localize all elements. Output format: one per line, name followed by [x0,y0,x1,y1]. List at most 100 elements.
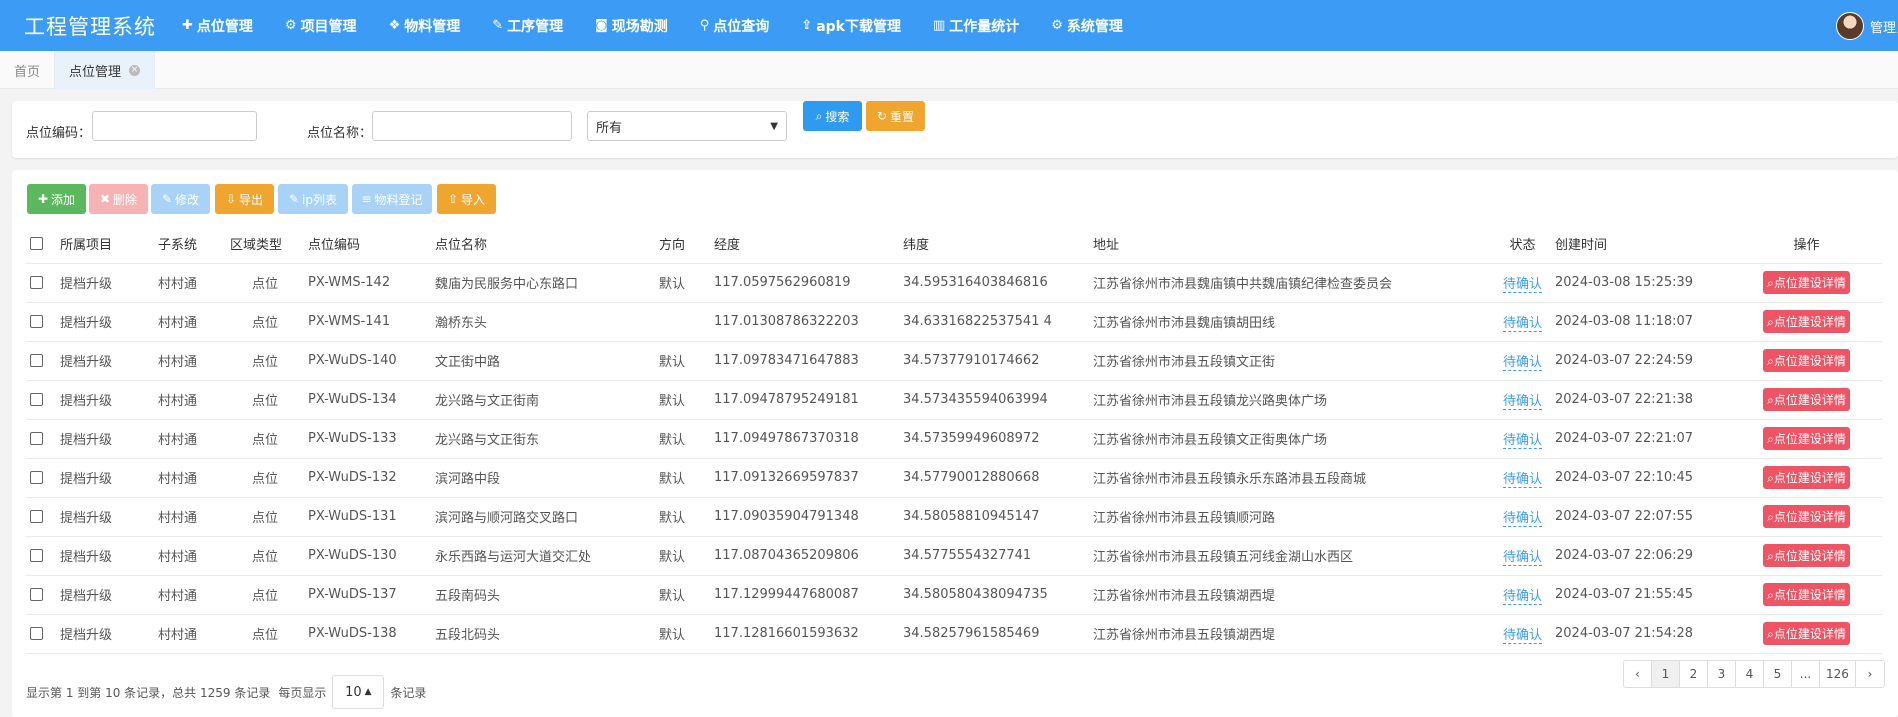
col-header[interactable]: 创建时间 [1551,225,1731,264]
material-register-button[interactable]: ≡ 物料登记 [352,184,432,214]
table-row[interactable]: 提档升级 村村通 点位 PX-WMS-142 魏庙为民服务中心东路口 默认 117.0597… [26,263,1882,303]
cell-text: 江苏省徐州市沛县五段镇永乐东路沛县五段商城 [1093,472,1367,487]
cell-subsystem: 村村通 [154,497,226,537]
page-button[interactable]: 2 [1680,661,1708,687]
col-header[interactable]: 地址 [1089,225,1494,264]
nav-item-2[interactable]: ❖ 物料管理 [389,16,461,36]
next-page-button[interactable]: › [1856,661,1884,687]
table-row[interactable]: 提档升级 村村通 点位 PX-WuDS-132 滨河路中段 默认 117.091326695… [26,458,1882,498]
detail-button[interactable]: ⌕点位建设详情 [1763,583,1850,606]
table-row[interactable]: 提档升级 村村通 点位 PX-WuDS-131 滨河路与顺河路交叉路口 默认 117.090… [26,497,1882,537]
table-row[interactable]: 提档升级 村村通 点位 PX-WuDS-130 永乐西路与运河大道交汇处 默认 117.08… [26,536,1882,576]
col-header[interactable]: 子系统 [154,225,226,264]
status-link[interactable]: 待确认 [1502,511,1542,527]
col-header[interactable]: 区域类型 [226,225,304,264]
col-header[interactable]: 点位名称 [431,225,655,264]
col-header[interactable]: 经度 [710,225,899,264]
nav-item-3[interactable]: ✎ 工序管理 [492,16,563,36]
user-menu[interactable]: 管理员 [1836,12,1898,40]
status-link[interactable]: 待确认 [1502,550,1542,566]
nav-item-6[interactable]: ⇪ apk下载管理 [801,16,901,36]
cell-text: 五段南码头 [435,589,501,604]
delete-button[interactable]: ✖ 删除 [89,184,148,214]
detail-button[interactable]: ⌕点位建设详情 [1763,349,1850,372]
nav-item-4[interactable]: ◙ 现场勘测 [595,16,668,36]
cell-subsystem: 村村通 [154,302,226,342]
detail-button[interactable]: ⌕点位建设详情 [1763,310,1850,333]
cell-text: 提档升级 [60,472,113,487]
nav-item-1[interactable]: ⚙ 项目管理 [285,16,357,36]
page-size-dropdown[interactable]: 10 ▲ [332,675,385,709]
col-header[interactable]: 方向 [655,225,710,264]
table-row[interactable]: 提档升级 村村通 点位 PX-WuDS-138 五段北码头 默认 117.128166015… [26,614,1882,654]
table-row[interactable]: 提档升级 村村通 点位 PX-WuDS-140 文正街中路 默认 117.097834716… [26,341,1882,381]
row-checkbox[interactable] [30,354,43,367]
import-button[interactable]: ⇧ 导入 [437,184,496,214]
add-button[interactable]: ✚ 添加 [27,184,86,214]
reset-button[interactable]: ↻ 重置 [866,101,925,131]
cell-text: 默认 [659,394,686,409]
detail-button[interactable]: ⌕点位建设详情 [1763,271,1850,294]
status-link[interactable]: 待确认 [1502,277,1542,293]
ip-list-button[interactable]: ✎ ip列表 [278,184,348,214]
row-checkbox[interactable] [30,549,43,562]
detail-button[interactable]: ⌕点位建设详情 [1763,388,1850,411]
tab-home[interactable]: 首页 [0,51,56,89]
nav-item-7[interactable]: ▥ 工作量统计 [933,16,1019,36]
col-header[interactable]: 纬度 [899,225,1089,264]
status-select[interactable]: 所有 ▼ [587,111,787,141]
row-checkbox[interactable] [30,276,43,289]
col-header[interactable]: 状态 [1494,225,1551,264]
row-checkbox[interactable] [30,627,43,640]
search-button[interactable]: ⌕ 搜索 [803,101,862,131]
page-button[interactable]: 5 [1764,661,1792,687]
cell-text: 34.580580438094735 [903,587,1048,602]
export-button[interactable]: ⇩ 导出 [215,184,274,214]
table-row[interactable]: 提档升级 村村通 点位 PX-WuDS-137 五段南码头 默认 117.129994476… [26,575,1882,615]
select-all-checkbox[interactable] [30,237,43,251]
nav-item-5[interactable]: ⚲ 点位查询 [700,16,770,36]
status-link[interactable]: 待确认 [1502,355,1542,371]
status-link[interactable]: 待确认 [1502,433,1542,449]
row-checkbox[interactable] [30,393,43,406]
cell-text: 魏庙为民服务中心东路口 [435,277,579,292]
code-input[interactable] [92,111,257,141]
col-header[interactable]: 点位编码 [304,225,431,264]
page-button[interactable]: 4 [1736,661,1764,687]
nav-item-8[interactable]: ⚙ 系统管理 [1051,16,1123,36]
table-row[interactable]: 提档升级 村村通 点位 PX-WMS-141 瀚桥东头 117.0130878632220… [26,302,1882,342]
page-button[interactable]: 126 [1820,661,1856,687]
row-checkbox[interactable] [30,315,43,328]
user-name[interactable]: 管理员 [1870,17,1898,36]
status-link[interactable]: 待确认 [1502,394,1542,410]
status-link[interactable]: 待确认 [1502,628,1542,644]
table-row[interactable]: 提档升级 村村通 点位 PX-WuDS-134 龙兴路与文正街南 默认 117.094787… [26,380,1882,420]
table-footer: 显示第 1 到第 10 条记录，总共 1259 条记录 每页显示 10 ▲ 条记录 [26,675,426,709]
gear-icon: ⚙ [1051,18,1063,33]
table-row[interactable]: 提档升级 村村通 点位 PX-WuDS-133 龙兴路与文正街东 默认 117.094978… [26,419,1882,459]
row-checkbox[interactable] [30,471,43,484]
edit-button[interactable]: ✎ 修改 [151,184,210,214]
detail-button[interactable]: ⌕点位建设详情 [1763,466,1850,489]
prev-page-button[interactable]: ‹ [1624,661,1652,687]
status-link[interactable]: 待确认 [1502,472,1542,488]
detail-button[interactable]: ⌕点位建设详情 [1763,544,1850,567]
cell-direction: 默认 [655,419,710,459]
tab-point-management[interactable]: 点位管理 × [55,51,156,89]
row-checkbox[interactable] [30,588,43,601]
status-link[interactable]: 待确认 [1502,589,1542,605]
detail-button[interactable]: ⌕点位建设详情 [1763,427,1850,450]
page-button[interactable]: 1 [1652,661,1680,687]
row-checkbox[interactable] [30,510,43,523]
nav-item-0[interactable]: ✚ 点位管理 [182,16,253,36]
col-header[interactable]: 所属项目 [56,225,154,264]
page-button[interactable]: 3 [1708,661,1736,687]
avatar[interactable] [1836,12,1864,40]
cell-address: 江苏省徐州市沛县五段镇湖西堤 [1089,614,1494,654]
detail-button[interactable]: ⌕点位建设详情 [1763,505,1850,528]
status-link[interactable]: 待确认 [1502,316,1542,332]
detail-button[interactable]: ⌕点位建设详情 [1763,622,1850,645]
close-icon[interactable]: × [129,64,141,76]
row-checkbox[interactable] [30,432,43,445]
name-input[interactable] [372,111,572,141]
